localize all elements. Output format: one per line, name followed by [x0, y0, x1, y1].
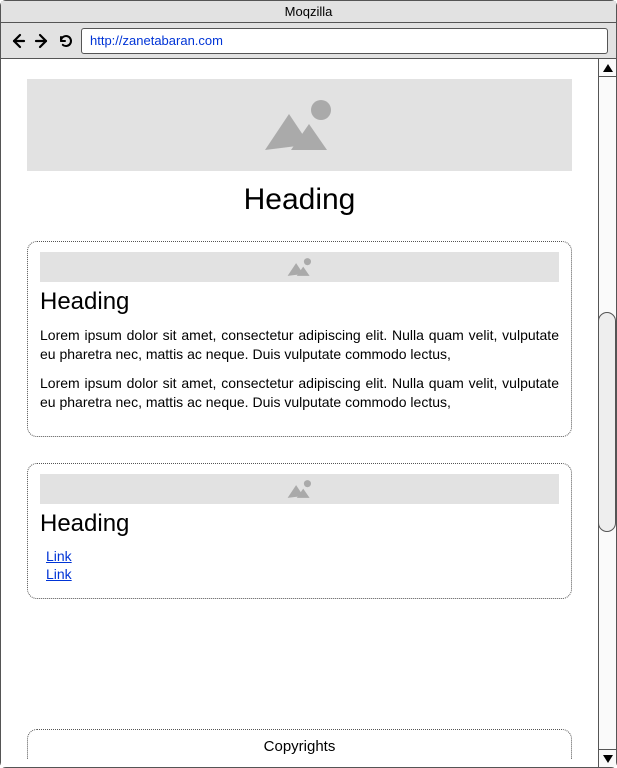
- browser-toolbar: http://zanetabaran.com: [1, 23, 616, 59]
- scroll-down-button[interactable]: [599, 749, 616, 767]
- content-frame: Heading Heading Lorem ipsum dolor sit am…: [1, 59, 616, 767]
- triangle-up-icon: [603, 64, 613, 72]
- card-image-placeholder: [40, 474, 559, 504]
- card-link[interactable]: Link: [46, 566, 559, 582]
- card-paragraph: Lorem ipsum dolor sit amet, consectetur …: [40, 326, 559, 364]
- content-card-2: Heading Link Link: [27, 463, 572, 599]
- card-heading: Heading: [40, 510, 559, 538]
- content-card-1: Heading Lorem ipsum dolor sit amet, cons…: [27, 241, 572, 437]
- scroll-thumb[interactable]: [598, 312, 616, 532]
- hero-image-placeholder: [27, 79, 572, 171]
- browser-title: Moqzilla: [1, 1, 616, 23]
- arrow-left-icon: [10, 33, 26, 49]
- scroll-up-button[interactable]: [599, 59, 616, 77]
- footer-text: Copyrights: [264, 738, 336, 755]
- card-link[interactable]: Link: [46, 548, 559, 564]
- browser-window: Moqzilla http://zanetabaran.com Heading: [0, 0, 617, 768]
- image-placeholder-icon: [255, 94, 345, 156]
- page-title: Heading: [27, 183, 572, 217]
- page-viewport: Heading Heading Lorem ipsum dolor sit am…: [1, 59, 598, 767]
- url-input[interactable]: http://zanetabaran.com: [81, 28, 608, 54]
- image-placeholder-icon: [284, 256, 316, 278]
- image-placeholder-icon: [284, 478, 316, 500]
- card-heading: Heading: [40, 288, 559, 316]
- scrollbar[interactable]: [598, 59, 616, 767]
- reload-icon: [58, 33, 74, 49]
- card-paragraph: Lorem ipsum dolor sit amet, consectetur …: [40, 374, 559, 412]
- back-button[interactable]: [9, 32, 27, 50]
- forward-button[interactable]: [33, 32, 51, 50]
- footer: Copyrights: [27, 729, 572, 759]
- scroll-track[interactable]: [599, 77, 616, 749]
- reload-button[interactable]: [57, 32, 75, 50]
- triangle-down-icon: [603, 755, 613, 763]
- card-image-placeholder: [40, 252, 559, 282]
- arrow-right-icon: [34, 33, 50, 49]
